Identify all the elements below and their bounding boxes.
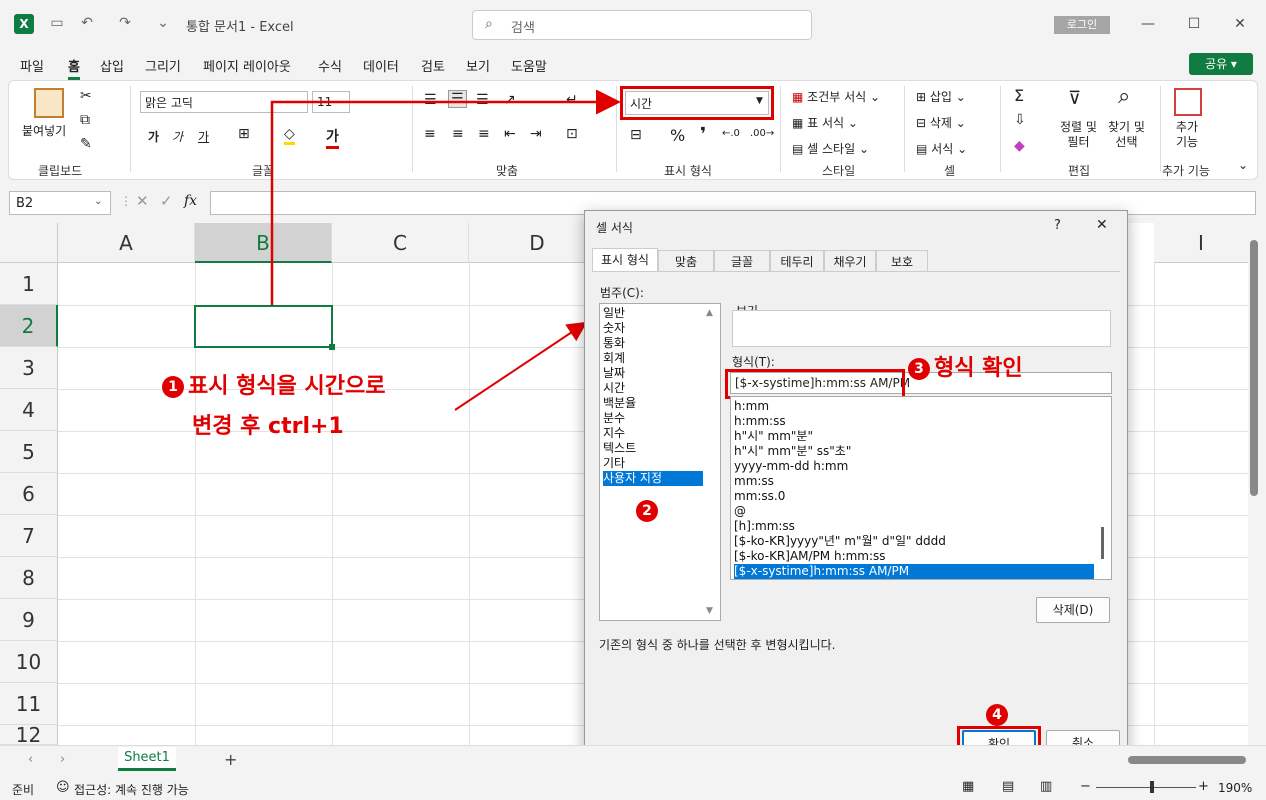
category-item[interactable]: 숫자 xyxy=(603,321,625,336)
type-item[interactable]: h:mm xyxy=(734,399,769,414)
preview-box xyxy=(732,310,1111,347)
type-list-scrollbar[interactable] xyxy=(1101,527,1104,559)
normal-view-icon[interactable]: ▦ xyxy=(962,779,974,794)
accessibility-status[interactable]: 접근성: 계속 진행 가능 xyxy=(74,781,189,798)
category-item[interactable]: 회계 xyxy=(603,351,625,366)
step4-badge: 4 xyxy=(986,704,1008,726)
dialog-description: 기존의 형식 중 하나를 선택한 후 변형시킵니다. xyxy=(599,638,836,652)
category-item-selected[interactable]: 사용자 지정 xyxy=(603,471,703,486)
category-label: 범주(C): xyxy=(600,286,644,300)
type-item[interactable]: mm:ss.0 xyxy=(734,489,785,504)
type-item-selected[interactable]: [$-x-systime]h:mm:ss AM/PM xyxy=(734,564,1094,579)
category-item[interactable]: 지수 xyxy=(603,426,625,441)
category-item[interactable]: 텍스트 xyxy=(603,441,636,456)
scroll-down-icon[interactable]: ▼ xyxy=(706,606,713,616)
step3-text: 형식 확인 xyxy=(934,356,1023,381)
type-item[interactable]: yyyy-mm-dd h:mm xyxy=(734,459,848,474)
category-item[interactable]: 시간 xyxy=(603,381,625,396)
type-label: 형식(T): xyxy=(732,355,775,369)
zoom-out-icon[interactable]: − xyxy=(1080,779,1091,794)
category-item[interactable]: 통화 xyxy=(603,336,625,351)
sheet-tab-bar xyxy=(0,745,1266,775)
type-item[interactable]: [h]:mm:ss xyxy=(734,519,795,534)
prev-sheet-icon[interactable]: ‹ xyxy=(28,752,33,767)
step1-badge: 1 xyxy=(162,376,184,398)
step3-badge: 3 xyxy=(908,358,930,380)
delete-format-button[interactable]: 삭제(D) xyxy=(1036,597,1110,623)
annotation-step4: 4 xyxy=(986,702,1012,727)
category-item[interactable]: 분수 xyxy=(603,411,625,426)
zoom-in-icon[interactable]: + xyxy=(1198,779,1209,794)
horizontal-scrollbar-thumb[interactable] xyxy=(1128,756,1246,764)
annotation-step1: 1 표시 형식을 시간으로 xyxy=(162,368,385,400)
step1-line2: 변경 후 ctrl+1 xyxy=(192,414,344,439)
accessibility-icon: ☺ xyxy=(56,780,70,795)
next-sheet-icon[interactable]: › xyxy=(60,752,65,767)
add-sheet-button[interactable]: + xyxy=(224,750,237,769)
sheet-tab-sheet1[interactable]: Sheet1 xyxy=(118,747,176,771)
category-listbox[interactable]: 일반 숫자 통화 회계 날짜 시간 백분율 분수 지수 텍스트 기타 사용자 지… xyxy=(599,303,721,621)
dialog-close-button[interactable]: ✕ xyxy=(1096,217,1108,233)
status-bar xyxy=(0,775,1266,800)
type-item[interactable]: @ xyxy=(734,504,746,519)
type-item[interactable]: [$-ko-KR]AM/PM h:mm:ss xyxy=(734,549,886,564)
status-ready: 준비 xyxy=(12,783,35,797)
tab-number-format[interactable]: 표시 형식 xyxy=(592,248,658,272)
type-item[interactable]: h:mm:ss xyxy=(734,414,786,429)
step2-badge: 2 xyxy=(636,500,658,522)
scroll-up-icon[interactable]: ▲ xyxy=(706,308,713,318)
category-item[interactable]: 백분율 xyxy=(603,396,636,411)
page-break-view-icon[interactable]: ▥ xyxy=(1040,779,1052,794)
step1-line1: 표시 형식을 시간으로 xyxy=(188,374,386,399)
tab-alignment[interactable]: 맞춤 xyxy=(658,250,714,272)
annotation-step2: 2 xyxy=(636,498,662,523)
type-item[interactable]: [$-ko-KR]yyyy"년" m"월" d"일" dddd xyxy=(734,534,946,549)
type-listbox[interactable]: h:mm h:mm:ss h"시" mm"분" h"시" mm"분" ss"초"… xyxy=(730,396,1112,580)
zoom-slider-track[interactable] xyxy=(1096,787,1196,788)
annotation-highlight-type xyxy=(725,369,905,399)
type-item[interactable]: h"시" mm"분" xyxy=(734,429,813,444)
tab-divider xyxy=(592,271,1120,272)
annotation-step3: 3 형식 확인 xyxy=(908,350,1023,382)
category-item[interactable]: 기타 xyxy=(603,456,625,471)
help-button[interactable]: ? xyxy=(1054,218,1061,233)
category-item[interactable]: 날짜 xyxy=(603,366,625,381)
tab-font[interactable]: 글꼴 xyxy=(714,250,770,272)
tab-fill[interactable]: 채우기 xyxy=(824,250,876,272)
category-item[interactable]: 일반 xyxy=(603,306,625,321)
page-layout-view-icon[interactable]: ▤ xyxy=(1002,779,1014,794)
type-item[interactable]: mm:ss xyxy=(734,474,774,489)
tab-protection[interactable]: 보호 xyxy=(876,250,928,272)
type-item[interactable]: h"시" mm"분" ss"초" xyxy=(734,444,851,459)
zoom-slider-thumb[interactable] xyxy=(1150,781,1154,793)
tab-border[interactable]: 테두리 xyxy=(770,250,824,272)
dialog-title: 셀 서식 xyxy=(596,221,633,235)
zoom-level[interactable]: 190% xyxy=(1218,781,1252,795)
